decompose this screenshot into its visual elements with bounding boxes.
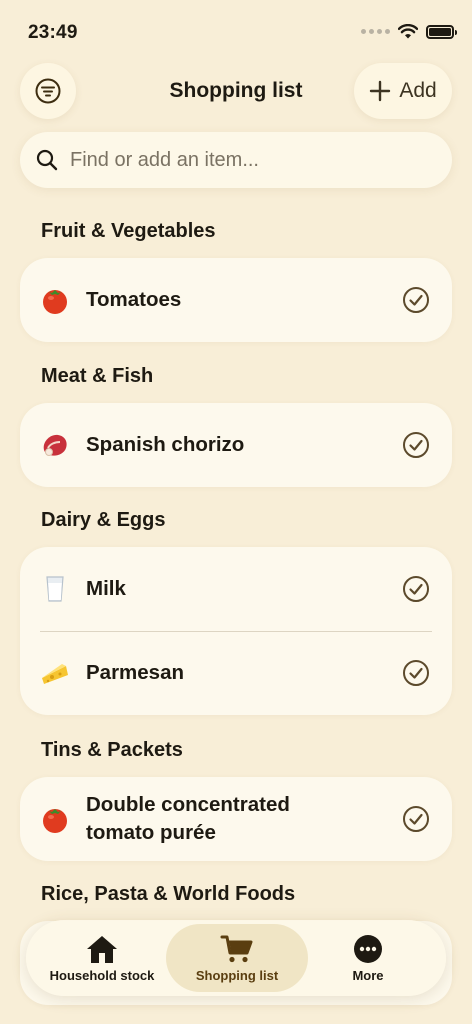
- wifi-icon: [398, 24, 418, 39]
- tomato-icon: [40, 285, 70, 315]
- search-bar[interactable]: [20, 132, 452, 188]
- meat-icon: [40, 430, 70, 460]
- check-circle-icon[interactable]: [402, 659, 430, 687]
- item-name: Double concentrated tomato purée: [86, 793, 290, 844]
- tomato-icon: [40, 804, 70, 834]
- header: Shopping list Add: [0, 63, 472, 119]
- bottom-nav: Household stock Shopping list More: [26, 920, 446, 996]
- add-button[interactable]: Add: [354, 63, 452, 119]
- section-title: Dairy & Eggs: [41, 509, 166, 531]
- cart-icon: [220, 935, 253, 962]
- section-card: Milk Parmesan: [20, 547, 452, 715]
- list-item[interactable]: Double concentrated tomato purée: [20, 777, 452, 861]
- nav-more[interactable]: More: [316, 924, 420, 992]
- check-circle-icon[interactable]: [402, 805, 430, 833]
- list-item[interactable]: Milk: [20, 547, 452, 631]
- cellular-signal-icon: [361, 29, 390, 34]
- nav-label: Shopping list: [195, 967, 279, 983]
- plus-icon: [370, 80, 391, 102]
- nav-shopping-list[interactable]: Shopping list: [166, 924, 308, 992]
- section-card: Spanish chorizo: [20, 403, 452, 487]
- item-name: Parmesan: [86, 661, 185, 684]
- nav-label: More: [352, 967, 384, 983]
- list-item[interactable]: Spanish chorizo: [20, 403, 452, 487]
- status-icons: [361, 24, 457, 39]
- section-card: Double concentrated tomato purée: [20, 777, 452, 861]
- nav-household-stock[interactable]: Household stock: [40, 924, 164, 992]
- search-input[interactable]: [70, 148, 430, 172]
- nav-label: Household stock: [49, 967, 155, 983]
- status-time: 23:49: [28, 22, 78, 43]
- home-icon: [87, 935, 117, 963]
- item-name: Milk: [86, 577, 126, 600]
- list-item[interactable]: Tomatoes: [20, 258, 452, 342]
- more-icon: [354, 934, 382, 963]
- list-item[interactable]: Parmesan: [20, 631, 452, 715]
- milk-icon: [40, 574, 70, 604]
- item-name: Spanish chorizo: [86, 433, 245, 456]
- cheese-icon: [40, 658, 70, 688]
- section-title: Rice, Pasta & World Foods: [41, 883, 296, 905]
- section-title: Meat & Fish: [41, 365, 154, 387]
- search-icon: [36, 149, 58, 171]
- item-name: Tomatoes: [86, 288, 182, 311]
- check-circle-icon[interactable]: [402, 286, 430, 314]
- section-card: Tomatoes: [20, 258, 452, 342]
- battery-icon: [426, 24, 457, 39]
- section-title: Fruit & Vegetables: [41, 220, 216, 242]
- section-title: Tins & Packets: [41, 739, 183, 761]
- check-circle-icon[interactable]: [402, 431, 430, 459]
- add-button-label: Add: [399, 79, 437, 102]
- status-bar: 23:49: [0, 0, 472, 60]
- check-circle-icon[interactable]: [402, 575, 430, 603]
